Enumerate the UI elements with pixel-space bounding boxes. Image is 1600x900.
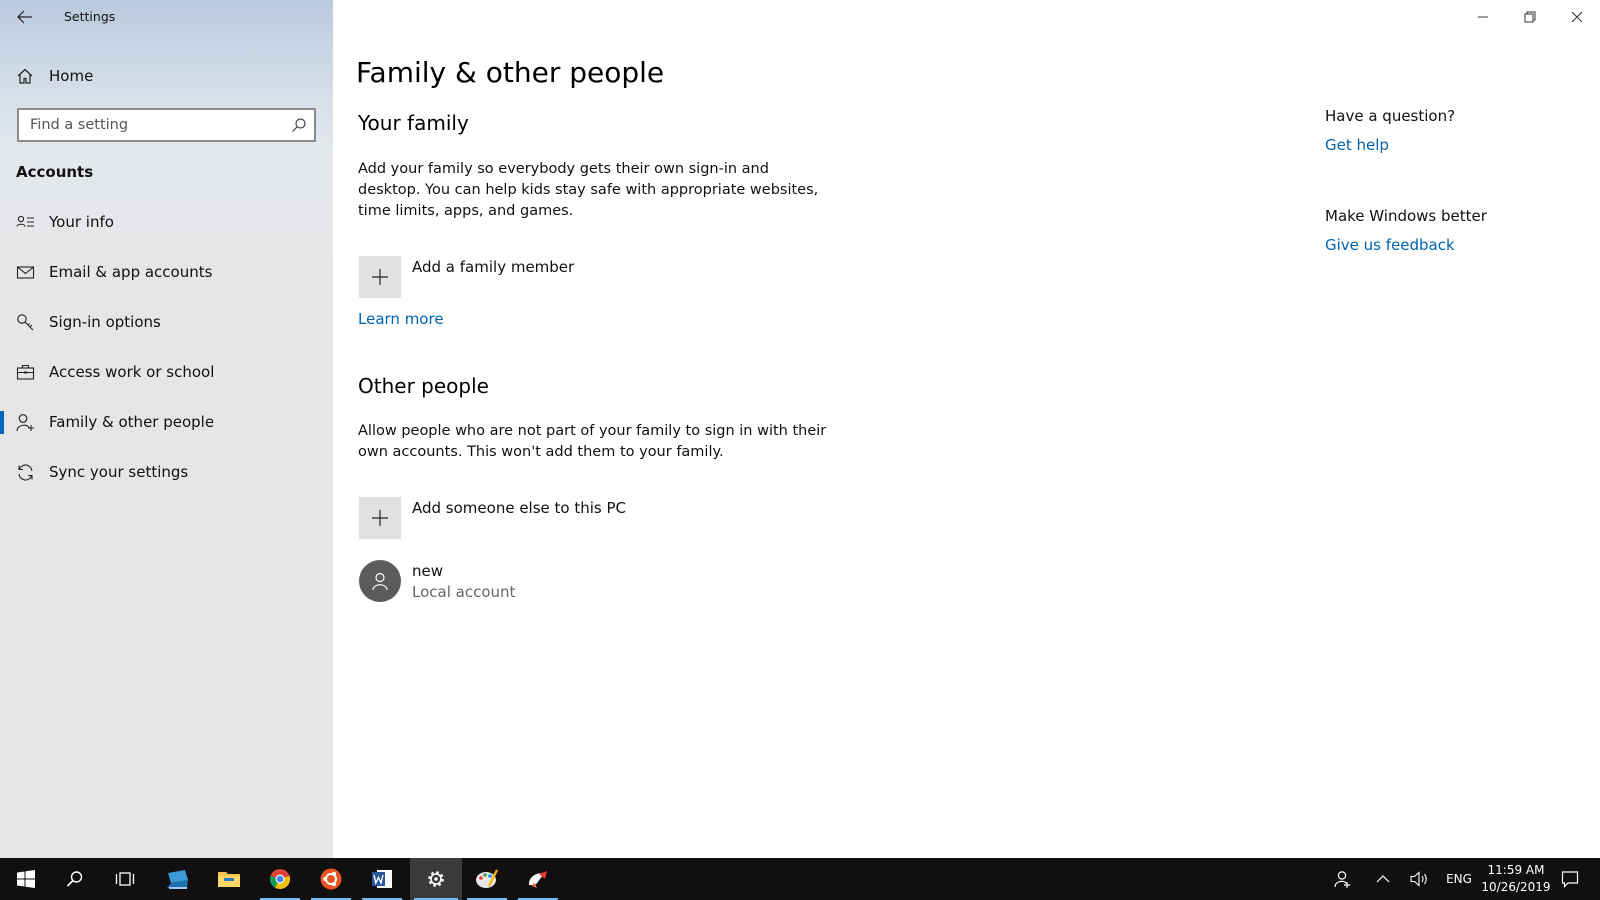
add-family-member-label: Add a family member <box>412 258 575 276</box>
sync-icon <box>18 464 33 481</box>
sidebar-item-label: Access work or school <box>49 363 215 381</box>
add-family-member-button[interactable]: Add a family member <box>359 256 574 298</box>
section-label-accounts: Accounts <box>16 163 94 181</box>
taskbar-app-paint-3d[interactable] <box>514 858 562 900</box>
taskbar-app-chrome[interactable] <box>256 858 304 900</box>
taskbar: ENG 11:59 AM 10/26/2019 <box>0 858 1600 900</box>
clock-time: 11:59 AM <box>1487 863 1545 877</box>
make-windows-better-heading: Make Windows better <box>1325 207 1487 225</box>
account-type: Local account <box>412 583 516 601</box>
plus-icon <box>372 269 388 285</box>
other-people-description: Allow people who are not part of your fa… <box>358 423 827 460</box>
add-someone-else-button[interactable]: Add someone else to this PC <box>359 497 626 539</box>
search-taskbar-button[interactable] <box>51 858 99 900</box>
title-bar: Settings <box>0 0 333 34</box>
back-button[interactable] <box>12 6 38 28</box>
home-icon <box>17 68 33 84</box>
page-title: Family & other people <box>356 56 665 89</box>
start-button[interactable] <box>2 858 50 900</box>
people-icon <box>1334 871 1350 888</box>
settings-sidebar: Settings Home Accounts Your info Email &… <box>0 0 333 858</box>
task-view-button[interactable] <box>101 858 149 900</box>
other-people-heading: Other people <box>358 374 489 398</box>
plus-icon <box>372 510 388 526</box>
app-title: Settings <box>64 9 116 24</box>
taskbar-app-network[interactable] <box>154 858 202 900</box>
your-family-heading: Your family <box>358 111 469 135</box>
key-icon <box>17 314 34 331</box>
speaker-icon <box>1410 871 1427 887</box>
home-label: Home <box>49 67 94 85</box>
people-tray-button[interactable] <box>1323 858 1361 900</box>
word-icon <box>372 870 392 888</box>
person-card-icon <box>16 215 34 227</box>
gear-icon <box>428 871 444 887</box>
give-feedback-link[interactable]: Give us feedback <box>1325 236 1455 254</box>
sidebar-nav: Your info Email & app accounts Sign-in o… <box>0 197 333 497</box>
taskbar-app-ubuntu[interactable] <box>307 858 355 900</box>
sidebar-item-label: Email & app accounts <box>49 263 213 281</box>
sidebar-item-label: Family & other people <box>49 413 215 431</box>
close-button[interactable] <box>1553 0 1600 34</box>
taskbar-app-word[interactable] <box>358 858 406 900</box>
window-controls <box>1459 0 1600 34</box>
clock-date: 10/26/2019 <box>1481 880 1551 894</box>
restore-button[interactable] <box>1506 0 1553 34</box>
minimize-button[interactable] <box>1459 0 1506 34</box>
search-input[interactable] <box>19 110 289 140</box>
avatar <box>359 560 401 602</box>
back-arrow-icon <box>17 10 32 24</box>
restore-icon <box>1524 11 1535 23</box>
learn-more-link[interactable]: Learn more <box>358 310 444 328</box>
taskbar-app-file-explorer[interactable] <box>205 858 253 900</box>
chevron-up-icon <box>1376 875 1390 883</box>
add-someone-else-label: Add someone else to this PC <box>412 499 627 517</box>
minimize-icon <box>1477 16 1488 18</box>
search-box <box>17 108 316 142</box>
home-link[interactable]: Home <box>0 58 333 94</box>
close-icon <box>1571 11 1582 23</box>
person-icon <box>372 572 388 591</box>
search-icon[interactable] <box>291 117 307 133</box>
sidebar-item-your-info[interactable]: Your info <box>0 197 333 247</box>
clock[interactable]: 11:59 AM 10/26/2019 <box>1476 862 1556 896</box>
get-help-link[interactable]: Get help <box>1325 136 1389 154</box>
settings-main: Family & other people Your family Add yo… <box>333 0 1600 858</box>
taskbar-app-settings[interactable] <box>410 858 462 900</box>
ubuntu-icon <box>320 868 342 890</box>
search-icon <box>66 871 83 887</box>
briefcase-icon <box>16 364 35 380</box>
sidebar-item-sign-in-options[interactable]: Sign-in options <box>0 297 333 347</box>
sidebar-item-label: Sign-in options <box>49 313 161 331</box>
folder-icon <box>218 872 240 887</box>
sidebar-item-label: Sync your settings <box>49 463 189 481</box>
volume-tray-button[interactable] <box>1402 858 1436 900</box>
your-family-description: Add your family so everybody gets their … <box>358 161 819 219</box>
plus-tile <box>359 497 401 539</box>
sidebar-item-family-other-people[interactable]: Family & other people <box>0 397 333 447</box>
sidebar-item-label: Your info <box>49 213 114 231</box>
action-center-button[interactable] <box>1552 858 1588 900</box>
network-computer-icon <box>167 870 188 889</box>
mail-icon <box>16 266 35 279</box>
have-question-heading: Have a question? <box>1325 107 1456 125</box>
notification-icon <box>1561 871 1579 888</box>
person-add-icon <box>16 414 34 432</box>
plus-tile <box>359 256 401 298</box>
taskbar-app-paint[interactable] <box>463 858 511 900</box>
account-name: new <box>412 562 444 580</box>
sidebar-item-email-app-accounts[interactable]: Email & app accounts <box>0 247 333 297</box>
windows-logo-icon <box>17 870 35 888</box>
account-item[interactable]: new Local account <box>359 560 659 602</box>
input-language-button[interactable]: ENG <box>1440 858 1478 900</box>
paint-icon <box>476 869 499 888</box>
chrome-icon <box>269 869 291 889</box>
input-language-label: ENG <box>1446 872 1472 886</box>
sidebar-item-access-work-school[interactable]: Access work or school <box>0 347 333 397</box>
show-hidden-icons-button[interactable] <box>1368 858 1398 900</box>
task-view-icon <box>115 872 135 886</box>
sidebar-item-sync-settings[interactable]: Sync your settings <box>0 447 333 497</box>
paint-3d-icon <box>528 871 547 888</box>
